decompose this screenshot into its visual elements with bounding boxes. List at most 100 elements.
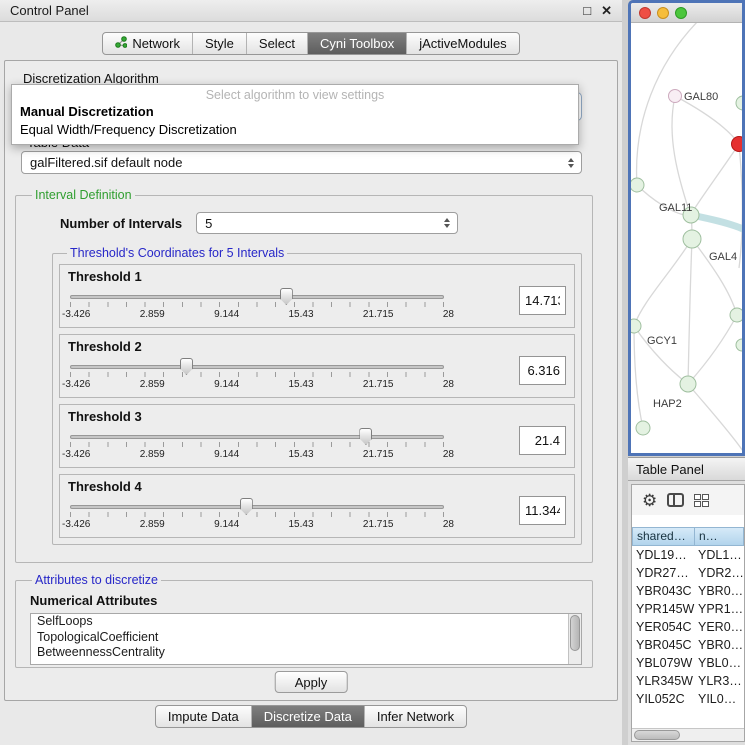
close-window-icon[interactable]: ✕ (601, 3, 612, 19)
network-node[interactable] (669, 90, 682, 103)
threshold-slider[interactable]: -3.426 2.859 9.144 15.43 21.715 28 (70, 356, 444, 392)
gear-icon[interactable]: ⚙ (642, 492, 657, 509)
table-cell[interactable]: YBL0… (695, 656, 744, 670)
algorithm-option-manual[interactable]: Manual Discretization (12, 103, 578, 121)
tick-label: 15.43 (289, 309, 314, 320)
table-cell[interactable]: YIL0… (695, 692, 744, 706)
apply-button[interactable]: Apply (275, 671, 348, 693)
tab-cyni-toolbox[interactable]: Cyni Toolbox (307, 33, 406, 54)
zoom-traffic-light-icon[interactable] (675, 7, 687, 19)
table-cell[interactable]: YLR3… (695, 674, 744, 688)
table-row[interactable]: YBR045C YBR0… (632, 636, 744, 654)
table-header-row: shared… n… (632, 527, 744, 546)
table-cell[interactable]: YBL079W (632, 656, 695, 670)
column-header[interactable]: n… (695, 527, 744, 546)
tab-select[interactable]: Select (246, 33, 307, 54)
tab-jactivemodules[interactable]: jActiveModules (406, 33, 518, 54)
tab-style-label: Style (205, 36, 234, 51)
scrollbar-thumb[interactable] (570, 615, 580, 651)
table-cell[interactable]: YER054C (632, 620, 695, 634)
table-cell[interactable]: YIL052C (632, 692, 695, 706)
table-row[interactable]: YIL052C YIL0… (632, 690, 744, 708)
table-cell[interactable]: YBR0… (695, 638, 744, 652)
tab-network[interactable]: Network (103, 33, 192, 54)
table-cell[interactable]: YPR145W (632, 602, 695, 616)
tab-impute-data-label: Impute Data (168, 709, 239, 724)
list-item[interactable]: TopologicalCoefficient (31, 630, 581, 646)
column-header[interactable]: shared… (632, 527, 695, 546)
horizontal-scrollbar[interactable] (632, 728, 744, 741)
threshold-slider[interactable]: -3.426 2.859 9.144 15.43 21.715 28 (70, 426, 444, 462)
network-node[interactable] (636, 421, 650, 435)
network-view-window[interactable]: GAL80 GAL11 GAL4 GCY1 HAP2 (628, 0, 745, 456)
thresholds-group-title: Threshold's Coordinates for 5 Intervals (67, 246, 287, 260)
threshold-value-input[interactable] (519, 356, 566, 385)
algorithm-option-equal-width[interactable]: Equal Width/Frequency Discretization (12, 121, 578, 139)
network-node[interactable] (631, 319, 641, 333)
node-label: HAP2 (653, 398, 682, 410)
threshold-value-input[interactable] (519, 286, 566, 315)
network-node[interactable] (736, 339, 742, 351)
tab-impute-data[interactable]: Impute Data (156, 706, 251, 727)
slider-tick-labels: -3.426 2.859 9.144 15.43 21.715 28 (62, 309, 454, 320)
network-canvas[interactable]: GAL80 GAL11 GAL4 GCY1 HAP2 (631, 23, 742, 453)
table-row[interactable]: YDL19… YDL1… (632, 546, 744, 564)
threshold-slider[interactable]: -3.426 2.859 9.144 15.43 21.715 28 (70, 286, 444, 322)
tab-infer-network[interactable]: Infer Network (364, 706, 466, 727)
tab-cyni-toolbox-label: Cyni Toolbox (320, 36, 394, 51)
threshold-value-input[interactable] (519, 426, 566, 455)
network-node[interactable] (683, 230, 701, 248)
threshold-slider[interactable]: -3.426 2.859 9.144 15.43 21.715 28 (70, 496, 444, 532)
tab-discretize-data-label: Discretize Data (264, 709, 352, 724)
threshold-panel: Threshold 1 -3.426 2.859 9.144 1 (59, 264, 575, 328)
close-traffic-light-icon[interactable] (639, 7, 651, 19)
network-node-selected[interactable] (732, 137, 743, 152)
interval-definition-title: Interval Definition (32, 188, 135, 202)
table-data-value: galFiltered.sif default node (30, 155, 182, 170)
vertical-scrollbar[interactable] (568, 614, 581, 664)
float-window-icon[interactable]: □ (583, 3, 591, 19)
network-node[interactable] (631, 178, 644, 192)
table-row[interactable]: YBR043C YBR0… (632, 582, 744, 600)
algorithm-dropdown-popup: Select algorithm to view settings Manual… (11, 84, 579, 145)
list-item[interactable]: BetweennessCentrality (31, 645, 581, 661)
list-item[interactable]: SelfLoops (31, 614, 581, 630)
table-cell[interactable]: YDL1… (695, 548, 744, 562)
threshold-value-input[interactable] (519, 496, 566, 525)
threshold-label: Threshold 4 (68, 479, 566, 494)
table-row[interactable]: YBL079W YBL0… (632, 654, 744, 672)
table-data-combobox[interactable]: galFiltered.sif default node (21, 151, 582, 174)
table-row[interactable]: YLR345W YLR3… (632, 672, 744, 690)
scrollbar-thumb[interactable] (634, 730, 680, 740)
network-node[interactable] (730, 308, 742, 322)
number-of-intervals-combobox[interactable]: 5 (196, 212, 458, 234)
table-row[interactable]: YPR145W YPR1… (632, 600, 744, 618)
table-cell[interactable]: YPR1… (695, 602, 744, 616)
table-cell[interactable]: YDL19… (632, 548, 695, 562)
table-cell[interactable]: YER0… (695, 620, 744, 634)
table-cell[interactable]: YBR043C (632, 584, 695, 598)
combo-spinner-icon (440, 218, 453, 228)
attributes-group-title: Attributes to discretize (32, 573, 161, 587)
slider-track[interactable] (70, 505, 444, 509)
table-cell[interactable]: YDR27… (632, 566, 695, 580)
network-node[interactable] (736, 96, 742, 110)
slider-track[interactable] (70, 435, 444, 439)
table-panel-titlebar: Table Panel (628, 457, 745, 481)
columns-icon[interactable] (667, 493, 684, 507)
slider-track[interactable] (70, 365, 444, 369)
table-row[interactable]: YDR27… YDR2… (632, 564, 744, 582)
tab-style[interactable]: Style (192, 33, 246, 54)
table-cell[interactable]: YDR2… (695, 566, 744, 580)
table-cell[interactable]: YBR0… (695, 584, 744, 598)
table-panel: ⚙ shared… n… YDL19… YDL1… (628, 481, 745, 745)
minimize-traffic-light-icon[interactable] (657, 7, 669, 19)
table-row[interactable]: YER054C YER0… (632, 618, 744, 636)
checkbox-grid-icon[interactable] (694, 494, 709, 507)
table-panel-toolbar: ⚙ (632, 485, 744, 515)
slider-track[interactable] (70, 295, 444, 299)
network-node[interactable] (680, 376, 696, 392)
table-cell[interactable]: YLR345W (632, 674, 695, 688)
tab-discretize-data[interactable]: Discretize Data (251, 706, 364, 727)
table-cell[interactable]: YBR045C (632, 638, 695, 652)
